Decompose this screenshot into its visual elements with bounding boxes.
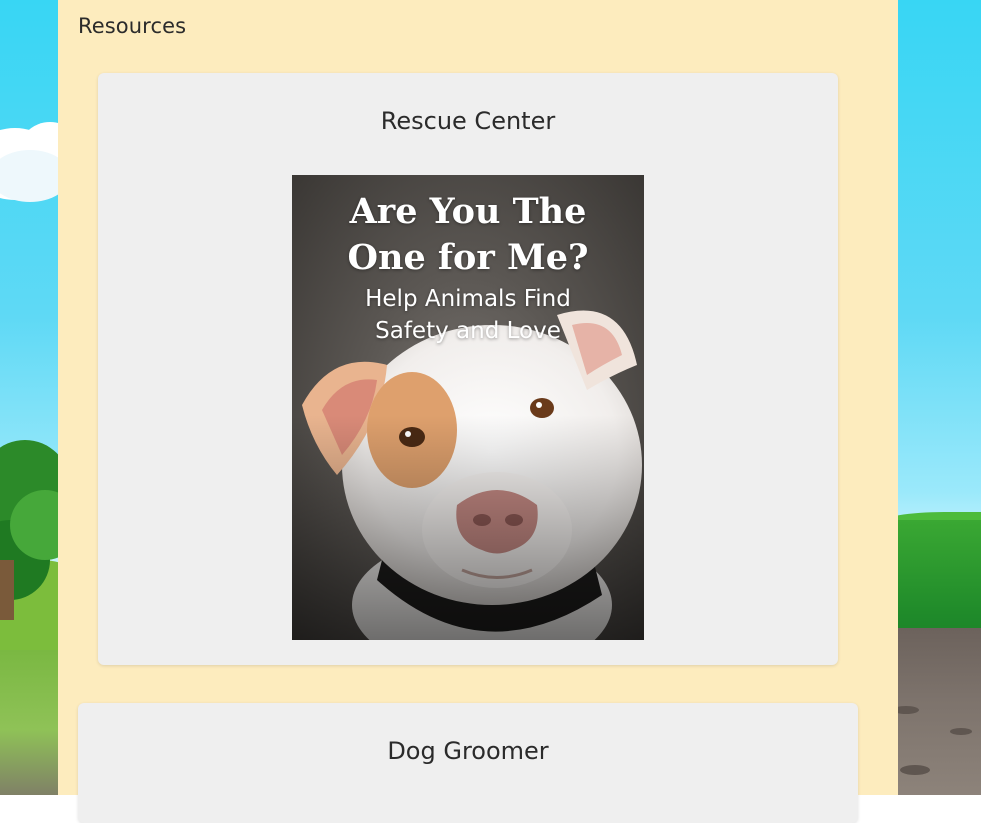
resources-panel: Resources Rescue Center Are You The One … <box>58 0 898 823</box>
stone <box>900 765 930 775</box>
card-title: Dog Groomer <box>387 737 549 765</box>
poster-subtitle: Help Animals Find Safety and Love <box>292 283 644 347</box>
poster-headline-line: Are You The <box>349 191 587 232</box>
rescue-poster-image[interactable]: Are You The One for Me? Help Animals Fin… <box>292 175 644 640</box>
section-title: Resources <box>78 14 187 38</box>
poster-headline-line: One for Me? <box>347 237 589 278</box>
dog-groomer-card: Dog Groomer <box>78 703 858 823</box>
poster-subtitle-line: Safety and Love <box>375 318 561 344</box>
stone <box>950 728 972 735</box>
poster-subtitle-line: Help Animals Find <box>365 286 571 312</box>
poster-headline: Are You The One for Me? <box>292 189 644 281</box>
card-title: Rescue Center <box>380 107 556 135</box>
rescue-center-card: Rescue Center Are You The One for Me? He… <box>98 73 838 665</box>
tree-trunk <box>0 560 14 620</box>
